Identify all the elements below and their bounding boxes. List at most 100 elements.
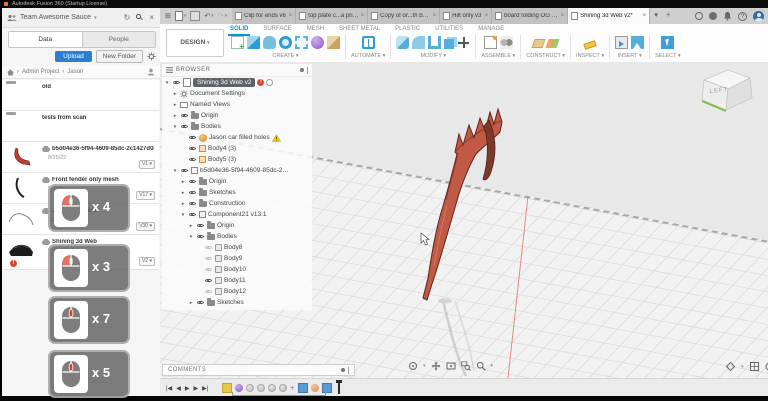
redo-icon[interactable]: ↷▾ [218,12,227,20]
insert-mesh-icon[interactable] [615,36,628,49]
tree-item-label[interactable]: Body9 [224,255,242,262]
visibility-eye-icon[interactable] [188,189,197,196]
visibility-eye-icon[interactable] [188,178,197,185]
timeline-go-start-button[interactable]: |◀ [166,385,172,392]
select-group-label[interactable]: SELECT ▾ [655,53,681,59]
list-item-folder-old[interactable]: old [2,80,159,111]
close-icon[interactable]: × [485,13,489,19]
tree-item-label[interactable]: Body5 (3) [208,156,236,163]
view-cube[interactable]: LEFT [696,62,758,120]
zoom-icon[interactable] [476,361,486,371]
orbit-icon[interactable] [408,361,418,371]
visibility-eye-icon[interactable] [196,222,205,229]
tree-item-label[interactable]: Origin [201,112,218,119]
visibility-eye-icon[interactable] [196,233,205,240]
revolve-icon[interactable] [279,36,292,49]
close-icon[interactable]: × [561,13,565,19]
file-menu-icon[interactable]: ▾ [175,11,187,21]
home-icon[interactable] [7,69,14,76]
version-badge[interactable]: V2 ▾ [139,257,155,266]
pattern-icon[interactable] [295,36,308,49]
chevron-down-icon[interactable]: ▾ [423,363,426,369]
tree-item-label[interactable]: b5d04e36-5f94-4609-85dc-2c142... [200,167,292,174]
timeline-step-back-button[interactable]: ◀ [176,385,181,392]
tree-item-label[interactable]: Body8 [224,244,242,251]
app-grid-icon[interactable]: ⊞ [165,12,171,20]
item-name[interactable]: tests from scan [42,115,154,121]
visibility-eye-icon[interactable] [188,134,197,141]
doc-tab-top-plate[interactable]: top plate c...a print v6*× [296,8,368,24]
doc-tab-hilt-only[interactable]: Hilt only v3× [440,8,492,24]
create-group-label[interactable]: CREATE ▾ [272,53,298,59]
visibility-eye-icon[interactable] [188,145,197,152]
tab-people[interactable]: People [83,32,156,47]
modify-group-label[interactable]: MODIFY ▾ [421,53,447,59]
close-icon[interactable]: × [433,13,437,19]
member-settings-icon[interactable] [147,68,155,76]
expand-arrow[interactable]: ▾ [164,80,170,86]
visibility-eye-icon[interactable] [180,112,189,119]
automate-group-label[interactable]: AUTOMATE ▾ [351,53,385,59]
visibility-eye-icon[interactable] [188,211,197,218]
timeline-feature-icon[interactable] [268,384,276,392]
activate-radio-icon[interactable] [266,79,273,86]
version-badge[interactable]: V17 ▾ [136,191,155,200]
press-pull-icon[interactable] [396,36,409,49]
timeline-feature-sketch-icon[interactable] [222,383,232,393]
expand-arrow[interactable]: ▸ [172,113,178,119]
close-icon[interactable]: × [361,13,365,19]
tree-item-label[interactable]: Sketches [217,299,244,306]
design-workspace-selector[interactable]: DESIGN ▾ [166,29,224,57]
item-name[interactable]: Front fender only mesh [42,177,154,183]
tree-item-label[interactable]: Origin [209,178,226,185]
tree-item-label[interactable]: Bodies [217,233,237,240]
visibility-eye-icon[interactable] [180,167,189,174]
notification-center-icon[interactable] [709,12,717,20]
doc-tab-clip-for-ends[interactable]: Clip for ends v6× [232,8,296,24]
comments-bar[interactable]: COMMENTS [162,364,355,376]
visibility-eye-icon[interactable] [204,288,213,295]
doc-tab-board-folding[interactable]: board folding OG v74*× [492,8,568,24]
tree-item-label[interactable]: Bodies [201,123,221,130]
assemble-group-label[interactable]: ASSEMBLE ▾ [481,53,515,59]
help-icon[interactable]: ? [738,12,747,21]
timeline-position-marker[interactable] [338,380,340,394]
undo-icon[interactable]: ↶▾ [204,12,213,20]
joint-icon[interactable] [500,36,513,49]
save-icon[interactable] [190,11,200,21]
upload-button[interactable]: Upload [55,51,92,62]
visibility-eye-icon[interactable] [188,156,197,163]
team-name[interactable]: Team Awesome Sauce [20,14,91,21]
new-component-icon[interactable] [484,36,497,49]
timeline-step-forward-button[interactable]: ▶ [193,385,198,392]
chevron-down-icon[interactable]: ▾ [741,364,744,370]
doc-tab-shining-3d-web[interactable]: Shining 3d Web v2*× [568,8,650,24]
tab-list-chevron-icon[interactable]: ▾ [650,8,662,24]
create-mesh-icon[interactable] [327,36,340,49]
gear-icon[interactable] [147,52,156,61]
breadcrumb-folder[interactable]: Jason [67,69,83,75]
canvas-icon[interactable] [631,36,644,49]
visibility-eye-icon[interactable] [188,200,197,207]
grid-snap-icon[interactable] [765,362,768,371]
measure-icon[interactable] [583,40,596,49]
3d-viewport[interactable]: LEFT BROWSER ▾ Shining 3d Web v2 ! ▸ D [160,62,768,378]
pan-icon[interactable] [431,361,441,371]
select-icon[interactable] [661,36,674,49]
timeline-feature-form-icon[interactable] [235,384,243,392]
tree-item-label[interactable]: Body10 [224,266,246,273]
tree-item-label[interactable]: Component21 v13:1 [208,211,267,218]
tree-item-label[interactable]: Jason car filled holes [209,134,270,141]
loft-icon[interactable] [263,36,276,49]
timeline-feature-icon[interactable] [257,384,265,392]
timeline-add-icon[interactable]: + [288,384,296,392]
tree-item-label[interactable]: Construction [209,200,246,207]
shell-icon[interactable] [428,36,441,49]
timeline-feature-icon[interactable] [246,384,254,392]
tree-item-label[interactable]: Document Settings [190,90,245,97]
collapse-handle[interactable] [348,367,349,374]
timeline-feature-icon[interactable] [311,384,319,392]
expand-arrow[interactable]: ▾ [172,168,178,174]
avatar[interactable] [753,11,764,22]
search-icon[interactable] [136,14,143,21]
